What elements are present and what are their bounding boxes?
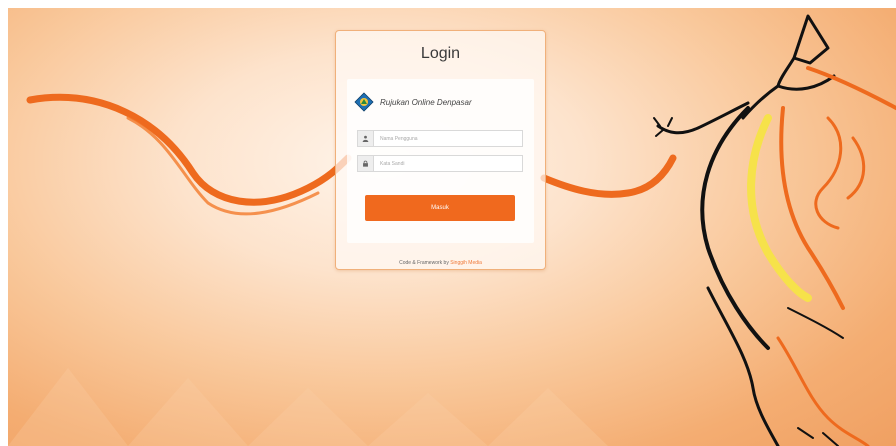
- login-title: Login: [420, 45, 461, 62]
- login-card: Login Rujukan Online Denpasar Nama Pengg…: [335, 30, 546, 270]
- login-page-background: Login Rujukan Online Denpasar Nama Pengg…: [8, 8, 896, 446]
- username-field[interactable]: [357, 130, 523, 147]
- lock-icon: [358, 156, 374, 171]
- brand-name: Rujukan Online Denpasar: [380, 97, 472, 107]
- footer-credit: Code & Framework by Singgih Media: [336, 260, 545, 266]
- password-input[interactable]: [374, 157, 520, 170]
- dancer-figure: [653, 14, 896, 446]
- username-input[interactable]: [374, 132, 520, 145]
- background-pattern: [8, 368, 608, 446]
- ribbon-right: [540, 154, 677, 198]
- city-emblem-icon: [354, 92, 374, 112]
- footer-link[interactable]: Singgih Media: [450, 260, 482, 266]
- footer-prefix: Code & Framework by: [399, 260, 449, 266]
- login-submit-button[interactable]: Masuk: [365, 195, 515, 221]
- user-icon: [358, 131, 374, 146]
- ribbon-left: [26, 93, 352, 206]
- password-field[interactable]: [357, 155, 523, 172]
- brand: Rujukan Online Denpasar: [354, 91, 472, 113]
